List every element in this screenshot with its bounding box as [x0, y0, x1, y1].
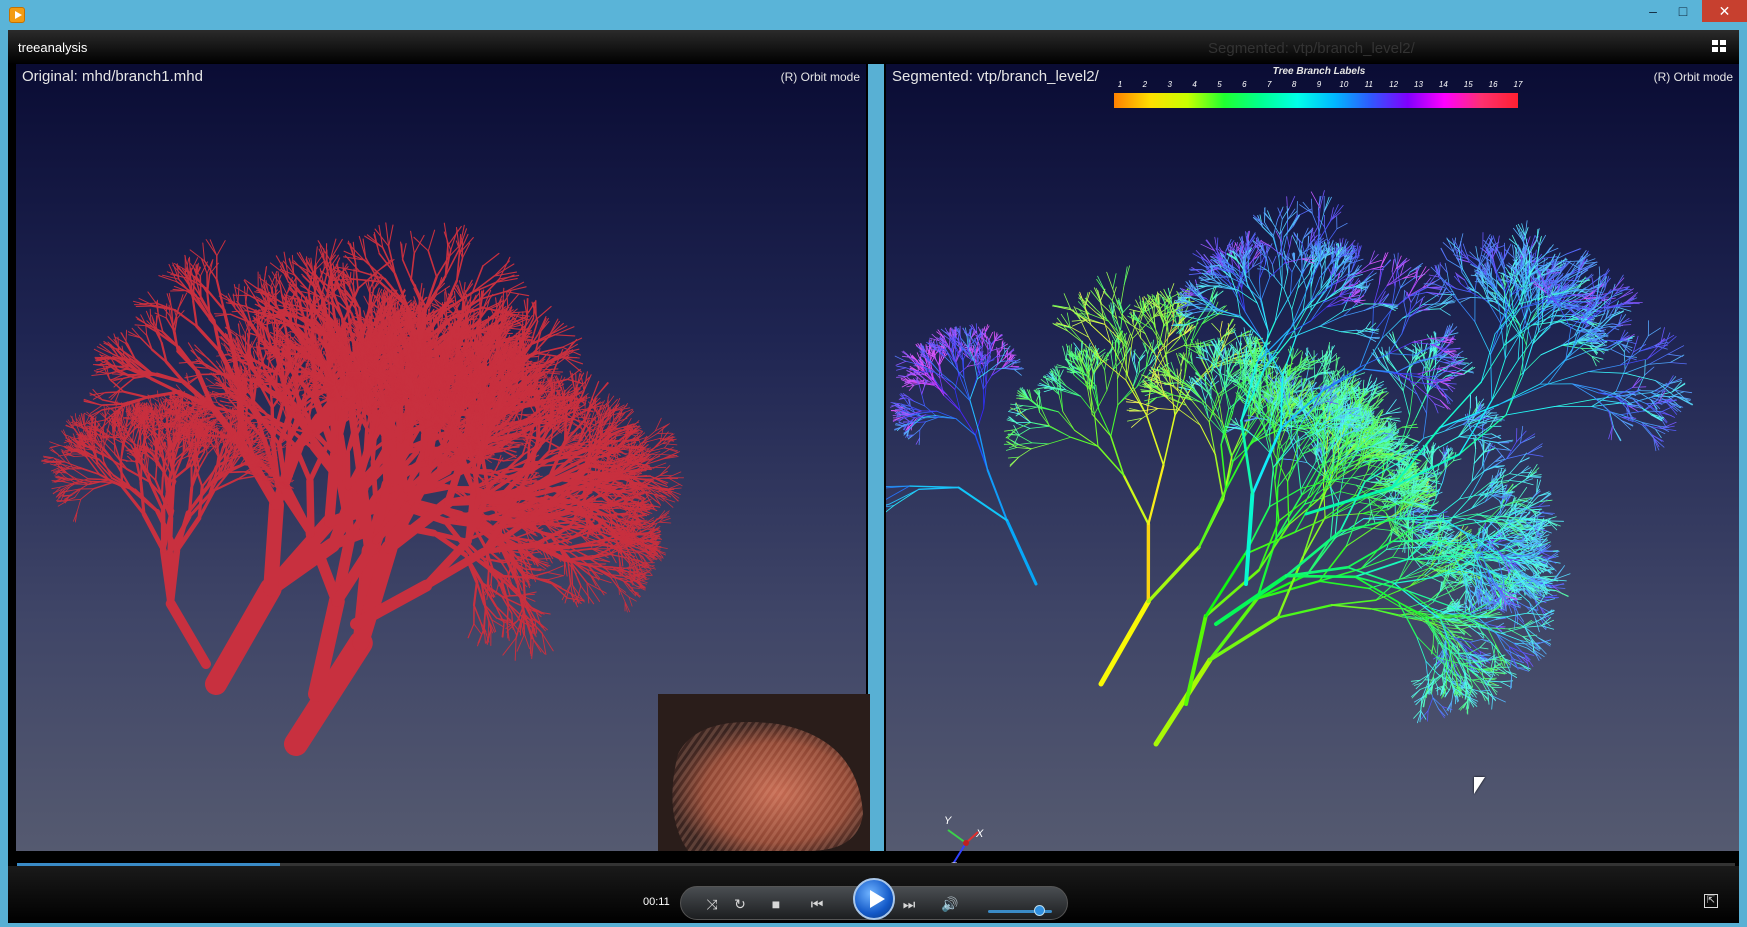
tree-branch [487, 620, 490, 636]
tree-branch [413, 236, 429, 252]
tree-branch [482, 607, 487, 630]
tree-branch [473, 604, 482, 622]
tree-branch [176, 345, 200, 374]
tree-branch [231, 310, 247, 313]
tree-branch [561, 337, 583, 348]
tree-branch [329, 238, 343, 261]
tree-branch [546, 565, 564, 573]
close-icon: ✕ [1719, 3, 1731, 19]
tree-branch [279, 284, 285, 305]
tree-branch [506, 291, 509, 308]
close-button[interactable]: ✕ [1702, 0, 1747, 22]
tree-branch [137, 326, 148, 336]
player-title: treeanalysis [18, 40, 87, 55]
tree-branch [216, 240, 226, 257]
tree-branch [418, 300, 421, 326]
tree-branch [410, 230, 415, 254]
tree-branch [364, 257, 380, 283]
tree-branch [499, 559, 514, 562]
tree-branch [505, 281, 525, 293]
tree-branch [535, 299, 537, 320]
tree-branch [91, 373, 109, 376]
tree-branch [125, 329, 128, 345]
tree-branch [535, 305, 552, 320]
tree-branch [233, 284, 239, 303]
tree-branch [532, 639, 546, 655]
tree-branch [134, 304, 154, 306]
tree-branch [527, 577, 549, 581]
tree-branch [536, 346, 564, 355]
tree-branch [312, 265, 315, 286]
tree-branch [202, 242, 205, 262]
tree-branch [187, 342, 201, 362]
maximize-button[interactable]: □ [1667, 0, 1699, 22]
tree-branch [563, 356, 582, 373]
tree-branch [566, 368, 581, 380]
tree-branch [215, 313, 232, 317]
tree-branch [263, 313, 284, 316]
tree-branch [263, 497, 284, 597]
ghost-title: Segmented: vtp/branch_level2/ [1208, 40, 1415, 57]
tree-branch [427, 250, 438, 278]
tree-branch [388, 224, 394, 247]
tree-branch [104, 390, 125, 394]
tree-branch [467, 623, 475, 639]
tree-branch [100, 403, 124, 406]
tree-branch [371, 309, 373, 322]
tree-branch [507, 293, 520, 308]
tree-branch [205, 577, 282, 695]
tree-branch [413, 234, 425, 254]
player-title-bar: treeanalysis Segmented: vtp/branch_level… [8, 30, 1739, 64]
tree-branch [147, 291, 157, 304]
tree-branch [229, 313, 252, 324]
tree-branch [427, 229, 436, 252]
tree-branch [531, 639, 534, 660]
tree-branch [401, 258, 413, 281]
tree-branch [306, 256, 308, 276]
tree-branch [591, 576, 612, 584]
tree-branch [523, 633, 530, 650]
tree-branch [352, 268, 355, 287]
tree-branch [192, 300, 198, 328]
minimize-icon: – [1649, 3, 1657, 19]
tree-branch [486, 456, 505, 462]
maximize-icon: □ [1679, 3, 1687, 19]
tree-branch [354, 261, 359, 290]
tree-branch [546, 571, 565, 577]
tree-branch [173, 308, 198, 328]
tree-branch [134, 324, 147, 327]
tree-branch [472, 580, 478, 607]
tree-branch [516, 633, 525, 652]
tree-branch [402, 243, 407, 261]
tree-branch [473, 623, 482, 635]
tree-branch [189, 256, 191, 274]
tree-branch [101, 399, 124, 405]
tree-branch [237, 283, 240, 303]
tree-branch [447, 225, 462, 247]
minimize-button[interactable]: – [1637, 0, 1669, 22]
grid-icon[interactable] [1712, 40, 1728, 54]
tree-branch [122, 390, 149, 399]
tree-branch [113, 359, 126, 361]
tree-branch [155, 315, 158, 328]
tree-branch [269, 262, 289, 278]
tree-branch [477, 628, 485, 647]
tree-branch [554, 334, 576, 337]
tree-branch [83, 400, 102, 406]
tree-branch [243, 286, 247, 304]
tree-branch [482, 253, 500, 267]
tree-branch [498, 256, 511, 280]
tree-branch [199, 275, 202, 298]
tree-branch [90, 404, 103, 414]
window-title-bar: – □ ✕ [0, 0, 1747, 30]
tree-branch [410, 252, 416, 281]
app-icon [9, 7, 25, 23]
tree-branch [529, 635, 532, 654]
tree-branch [505, 286, 527, 293]
tree-branch [514, 637, 517, 661]
tree-branch [546, 575, 564, 581]
tree-branch [329, 238, 337, 261]
